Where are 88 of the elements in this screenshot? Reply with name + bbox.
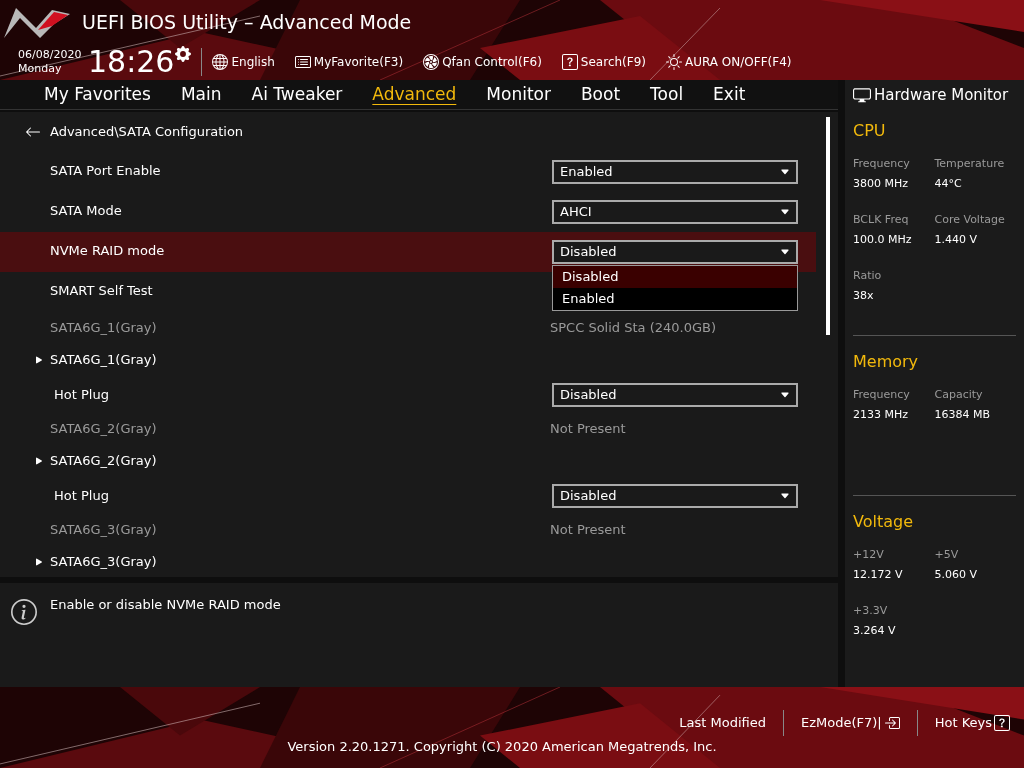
menu-option[interactable]: Disabled: [553, 266, 797, 288]
submenu-link[interactable]: SATA6G_3(Gray): [50, 552, 157, 572]
globe-icon: [212, 54, 229, 70]
metric-value: 44°C: [934, 176, 963, 192]
device-label: SATA6G_2(Gray): [50, 419, 158, 438]
metric-value: 16384 MB: [934, 407, 992, 423]
select-field[interactable]: Disabled: [552, 383, 798, 407]
select-field[interactable]: Enabled: [552, 160, 798, 184]
select-field[interactable]: Disabled: [552, 484, 798, 508]
help-text: Enable or disable NVMe RAID mode: [50, 596, 281, 614]
metric-value: 3800 MHz: [853, 176, 910, 192]
metric-label: Capacity: [934, 387, 984, 403]
metric-label: +5V: [934, 547, 960, 563]
submenu-link[interactable]: SATA6G_2(Gray): [50, 451, 157, 471]
caret-icon: [780, 491, 790, 501]
menu-tab[interactable]: Ai Tweaker: [251, 81, 343, 108]
footer-button[interactable]: Last Modified: [679, 713, 766, 733]
setting-label: Hot Plug: [54, 386, 110, 405]
setting-label: SATA Mode: [50, 202, 123, 220]
metric-value: 12.172 V: [853, 567, 904, 583]
clock-time: 18:26: [88, 47, 175, 77]
metric-value: 1.440 V: [934, 232, 978, 248]
toolbar-button[interactable]: AURA ON/OFF(F4): [666, 53, 792, 71]
caret-icon: [780, 247, 790, 257]
metric-value: 3.264 V: [853, 623, 897, 639]
setting-label: SMART Self Test: [50, 282, 154, 300]
device-value: Not Present: [550, 520, 626, 539]
submenu-link[interactable]: SATA6G_1(Gray): [50, 350, 157, 370]
menu-tab[interactable]: My Favorites: [44, 81, 151, 108]
metric-value: 5.060 V: [934, 567, 978, 583]
metric-value: 100.0 MHz: [853, 232, 913, 248]
panel-title: Hardware Monitor: [874, 84, 1009, 106]
section-title: CPU: [853, 120, 887, 142]
question-icon: [561, 54, 578, 70]
submenu-arrow-icon: [33, 354, 45, 366]
copyright-text: Version 2.20.1271. Copyright (C) 2020 American Megatrends, Inc.: [287, 738, 717, 756]
menu-tab[interactable]: Tool: [650, 81, 684, 108]
metric-label: Frequency: [853, 387, 911, 403]
submenu-arrow-icon: [33, 455, 45, 467]
caret-icon: [780, 167, 790, 177]
submenu-arrow-icon: [33, 556, 45, 568]
toolbar-button[interactable]: MyFavorite(F3): [294, 53, 404, 71]
window-title: UEFI BIOS Utility – Advanced Mode: [82, 9, 412, 35]
metric-label: +12V: [853, 547, 885, 563]
menu-tab[interactable]: Main: [180, 81, 222, 108]
toolbar-button[interactable]: Search(F9): [561, 53, 646, 71]
fan-icon: [423, 54, 440, 70]
select-field[interactable]: AHCI: [552, 200, 798, 224]
question-icon: [994, 715, 1010, 731]
metric-label: Frequency: [853, 156, 911, 172]
metric-label: Core Voltage: [934, 212, 1006, 228]
scrollbar-thumb[interactable]: [826, 117, 830, 335]
metric-label: Ratio: [853, 268, 883, 284]
breadcrumb: Advanced\SATA Configuration: [50, 123, 244, 142]
metric-label: BCLK Freq: [853, 212, 910, 228]
metric-label: Temperature: [934, 156, 1006, 172]
setting-label: NVMe RAID mode: [50, 242, 166, 260]
menu-tab[interactable]: Monitor: [486, 81, 551, 108]
section-title: Memory: [853, 351, 920, 373]
footer-button[interactable]: Hot Keys: [934, 713, 1010, 733]
list-icon: [294, 54, 311, 70]
menu-tab[interactable]: Advanced: [372, 81, 457, 108]
date-text: 06/08/2020: [18, 48, 83, 62]
device-label: SATA6G_3(Gray): [50, 520, 158, 539]
caret-icon: [780, 207, 790, 217]
metric-value: 2133 MHz: [853, 407, 910, 423]
settings-icon[interactable]: [175, 46, 192, 62]
select-field[interactable]: Disabled: [552, 240, 798, 264]
setting-label: Hot Plug: [54, 487, 110, 506]
weekday-text: Monday: [18, 62, 63, 76]
toolbar-button[interactable]: Qfan Control(F6): [423, 53, 542, 71]
device-value: SPCC Solid Sta (240.0GB): [550, 318, 716, 337]
device-label: SATA6G_1(Gray): [50, 318, 158, 337]
toolbar-button[interactable]: English: [212, 53, 275, 71]
footer-button[interactable]: EzMode(F7)|: [800, 713, 900, 733]
menu-tab[interactable]: Exit: [713, 81, 746, 108]
back-arrow-icon[interactable]: [25, 124, 41, 140]
metric-value: 38x: [853, 288, 875, 304]
monitor-icon: [853, 86, 871, 104]
caret-icon: [780, 390, 790, 400]
exit-icon: [883, 715, 900, 731]
device-value: Not Present: [550, 419, 626, 438]
light-icon: [666, 54, 682, 70]
section-title: Voltage: [853, 511, 914, 533]
info-icon: [11, 599, 37, 625]
metric-label: +3.3V: [853, 603, 889, 619]
menu-tab[interactable]: Boot: [580, 81, 621, 108]
setting-label: SATA Port Enable: [50, 162, 162, 180]
